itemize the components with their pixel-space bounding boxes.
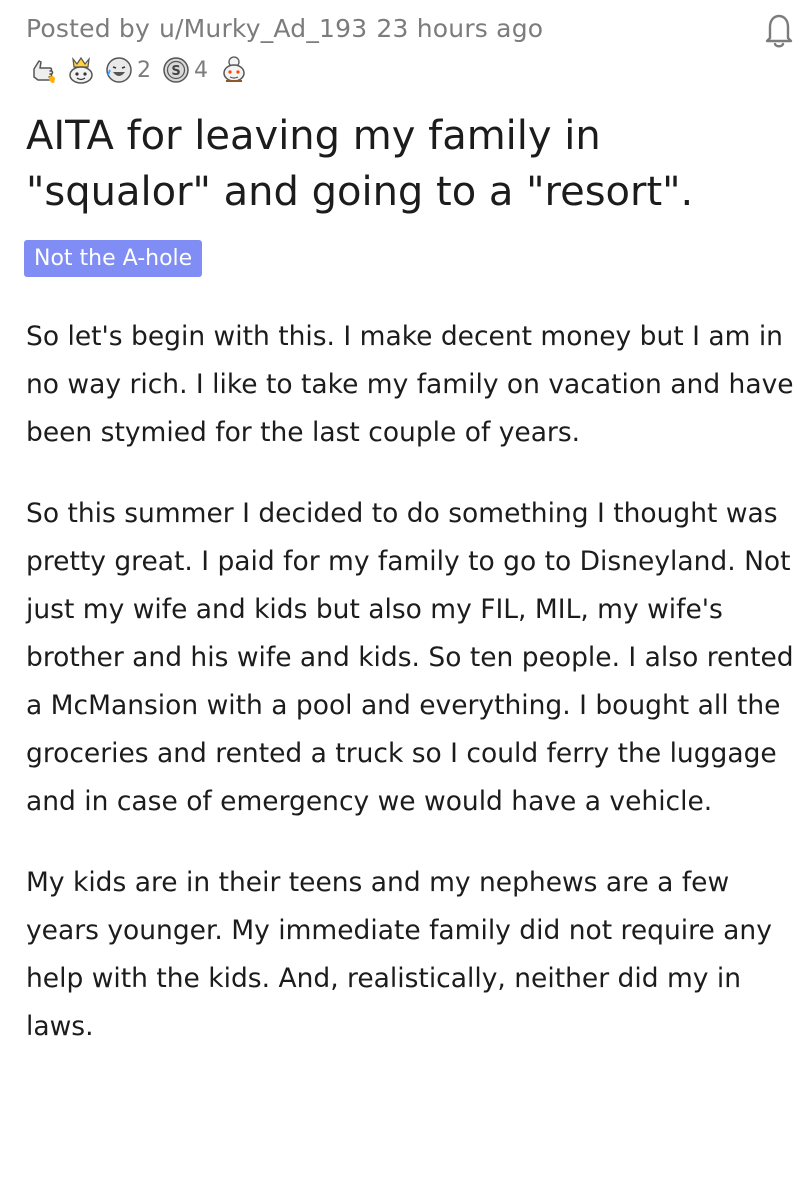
award-count: 2	[137, 57, 151, 83]
award-item[interactable]	[28, 55, 58, 85]
body-paragraph: My kids are in their teens and my nephew…	[26, 867, 772, 1042]
svg-text:S: S	[171, 64, 180, 79]
post-title[interactable]: AITA for leaving my family in "squalor" …	[26, 108, 786, 220]
award-item[interactable]: 2	[104, 55, 155, 85]
posted-by-label: Posted by	[26, 13, 150, 43]
crowned-face-award-icon	[64, 55, 98, 85]
body-paragraph: So let's begin with this. I make decent …	[26, 321, 794, 448]
thumbs-up-award-icon	[28, 55, 58, 85]
award-item[interactable]	[64, 55, 98, 85]
post-meta: Posted by u/Murky_Ad_193 23 hours ago	[26, 10, 543, 46]
post-body: So let's begin with this. I make decent …	[26, 313, 796, 1084]
award-item[interactable]: S 4	[161, 55, 212, 85]
awards-row[interactable]: 2 S 4	[28, 52, 256, 88]
award-item[interactable]	[218, 54, 250, 86]
award-count: 4	[194, 57, 208, 83]
snoo-award-icon	[218, 54, 250, 86]
body-paragraph: So this summer I decided to do something…	[26, 498, 794, 817]
post-container: Posted by u/Murky_Ad_193 23 hours ago 2 …	[0, 0, 800, 1199]
silver-coin-award-icon: S	[161, 55, 191, 85]
post-timestamp: 23 hours ago	[376, 13, 544, 43]
notification-bell-icon[interactable]	[764, 12, 794, 50]
laughing-face-award-icon	[104, 55, 134, 85]
post-flair-badge[interactable]: Not the A-hole	[24, 240, 203, 277]
author-link[interactable]: u/Murky_Ad_193	[159, 14, 367, 43]
